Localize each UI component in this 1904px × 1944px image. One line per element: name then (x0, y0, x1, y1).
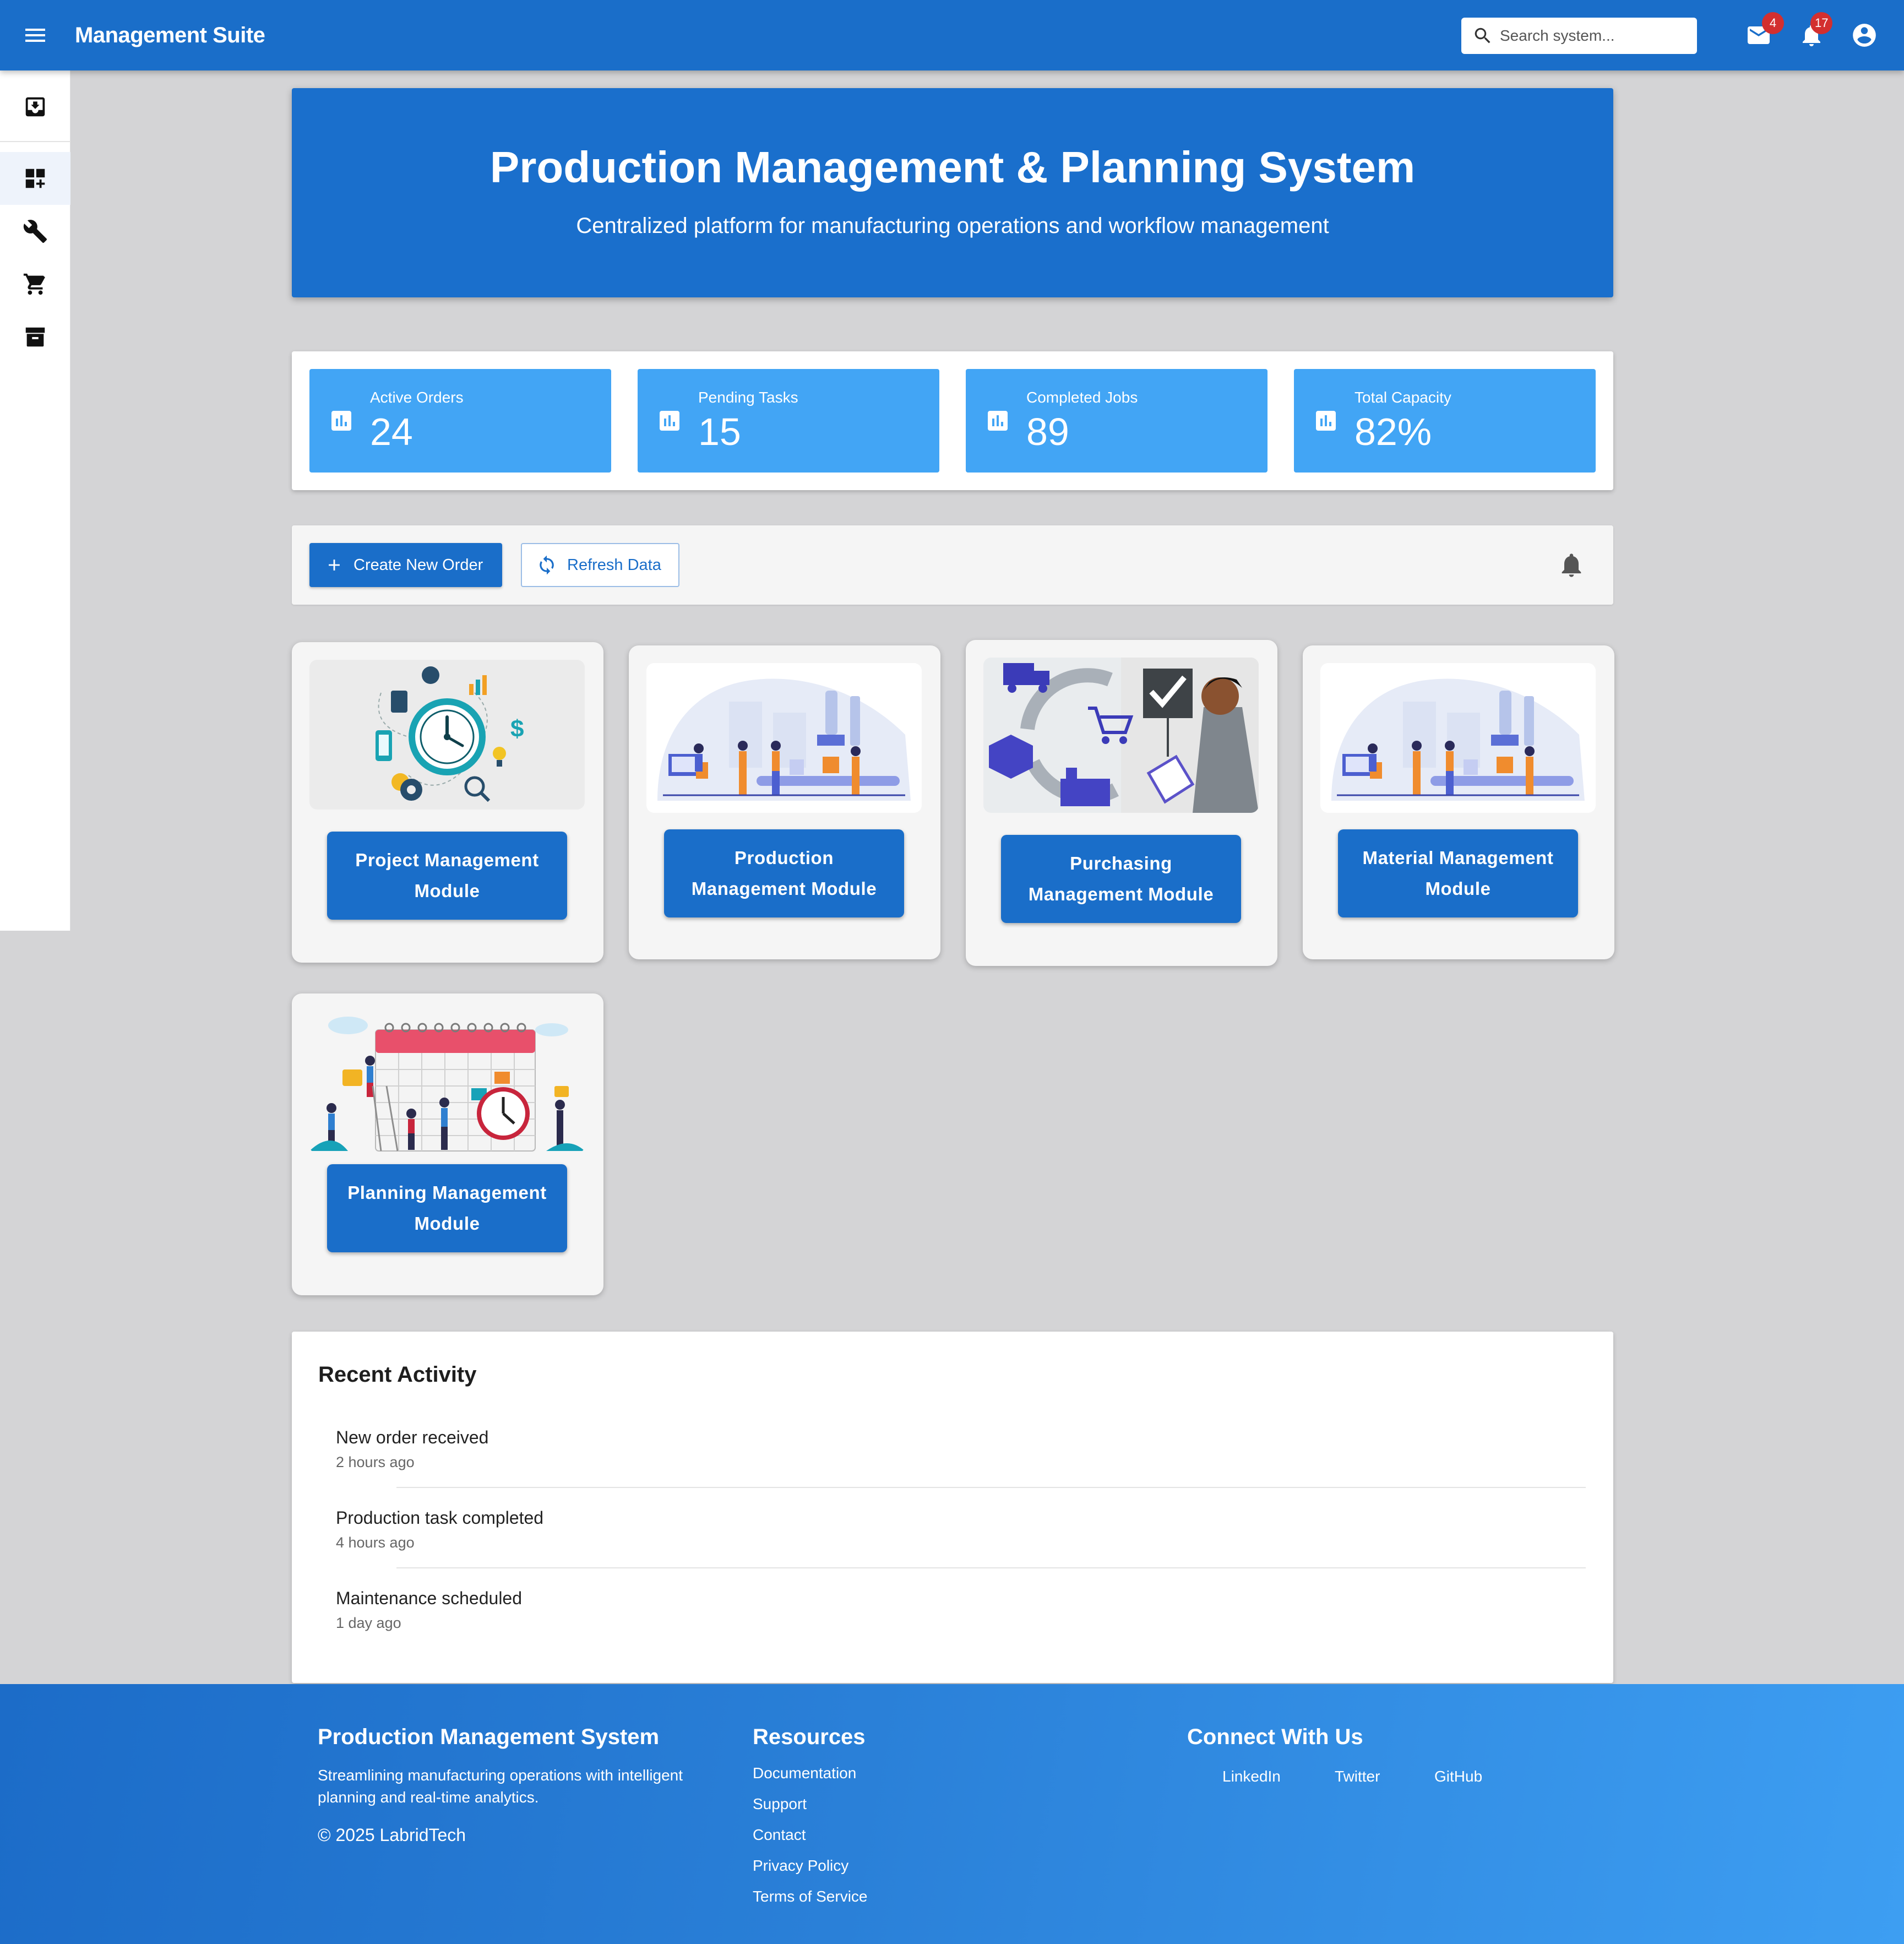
page-title: Production Management & Planning System (489, 143, 1416, 192)
hero-banner: Production Management & Planning System … (292, 88, 1613, 297)
stat-value: 15 (698, 410, 741, 453)
wrench-icon (23, 220, 47, 243)
footer-link-contact[interactable]: Contact (753, 1826, 806, 1844)
recent-activity-panel: Recent Activity New order received 2 hou… (292, 1332, 1613, 1683)
stat-card-completed-jobs: Completed Jobs 89 (966, 369, 1267, 473)
page-subtitle: Centralized platform for manufacturing o… (576, 214, 1329, 238)
sidebar-item-maintenance[interactable] (0, 205, 70, 258)
shopping-cart-icon (23, 273, 45, 295)
app-title: Management Suite (75, 23, 265, 47)
stat-label: Active Orders (370, 389, 464, 406)
stat-card-total-capacity: Total Capacity 82% (1294, 369, 1596, 473)
stat-label: Pending Tasks (698, 389, 798, 406)
mail-badge: 4 (1762, 12, 1784, 34)
bar-chart-icon (988, 411, 1008, 431)
footer-link-privacy-policy[interactable]: Privacy Policy (753, 1857, 848, 1875)
factory-line-illustration (1320, 663, 1596, 813)
planning-management-module-button[interactable]: Planning Management Module (327, 1164, 567, 1252)
search-icon (1475, 28, 1490, 44)
bell-icon (1562, 553, 1581, 577)
stats-panel: Active Orders 24 Pending Tasks 15 Comple… (292, 351, 1613, 490)
sidebar (0, 70, 70, 931)
stat-card-pending-tasks: Pending Tasks 15 (638, 369, 939, 473)
footer-link-github[interactable]: GitHub (1434, 1768, 1482, 1785)
activity-title: Production task completed (336, 1508, 544, 1528)
stat-value: 82% (1354, 410, 1432, 453)
alerts-button[interactable] (1557, 551, 1586, 579)
activity-divider (396, 1487, 1586, 1488)
stat-value: 89 (1026, 410, 1069, 453)
purchasing-cycle-illustration (983, 658, 1259, 813)
footer-resources-title: Resources (753, 1725, 866, 1749)
mail-button[interactable]: 4 (1742, 12, 1784, 52)
stat-label: Completed Jobs (1026, 389, 1138, 406)
sidebar-divider (0, 141, 70, 142)
activity-item[interactable]: New order received 2 hours ago (336, 1410, 1586, 1490)
search-box[interactable] (1461, 18, 1697, 54)
bar-chart-icon (1316, 411, 1336, 431)
activity-title: Maintenance scheduled (336, 1588, 523, 1608)
notifications-button[interactable]: 17 (1795, 12, 1833, 52)
inbox-download-icon (25, 97, 45, 117)
archive-icon (25, 327, 45, 347)
activity-item[interactable]: Maintenance scheduled 1 day ago (336, 1571, 1586, 1651)
search-input[interactable] (1500, 27, 1687, 45)
module-card-purchasing[interactable]: Purchasing Management Module (966, 640, 1277, 966)
activity-time: 4 hours ago (336, 1534, 415, 1551)
footer-link-support[interactable]: Support (753, 1795, 807, 1813)
calendar-team-illustration (309, 1003, 585, 1153)
project-management-module-button[interactable]: Project Management Module (327, 832, 567, 920)
production-management-module-button[interactable]: Production Management Module (664, 829, 904, 917)
activity-divider (396, 1567, 1586, 1568)
footer-connect-title: Connect With Us (1187, 1725, 1363, 1749)
activity-time: 2 hours ago (336, 1454, 415, 1470)
sidebar-item-inbox[interactable] (0, 80, 70, 133)
app-bar: Management Suite 4 17 (0, 0, 1904, 70)
notification-badge: 17 (1810, 12, 1833, 34)
footer-link-documentation[interactable]: Documentation (753, 1764, 856, 1782)
menu-icon[interactable] (22, 22, 48, 48)
footer-link-linkedin[interactable]: LinkedIn (1222, 1768, 1281, 1785)
activity-time: 1 day ago (336, 1615, 401, 1631)
clock-analytics-illustration: $ (309, 660, 585, 810)
footer-link-twitter[interactable]: Twitter (1335, 1768, 1380, 1785)
bar-chart-icon (331, 411, 351, 431)
create-order-button[interactable]: Create New Order (309, 543, 502, 587)
material-management-module-button[interactable]: Material Management Module (1338, 829, 1578, 917)
dashboard-add-icon (25, 169, 45, 188)
module-card-production[interactable]: Production Management Module (629, 645, 940, 959)
footer-brand-description: Streamlining manufacturing operations wi… (318, 1767, 683, 1806)
factory-line-illustration (646, 663, 922, 813)
account-circle-icon (1853, 24, 1876, 47)
bar-chart-icon (660, 411, 679, 431)
module-card-planning[interactable]: Planning Management Module (292, 993, 603, 1295)
module-card-project[interactable]: $ Project Management Module (292, 642, 603, 963)
footer-copyright: © 2025 LabridTech (318, 1825, 466, 1845)
activity-title: New order received (336, 1427, 489, 1447)
sidebar-item-cart[interactable] (0, 258, 70, 311)
module-card-material[interactable]: Material Management Module (1303, 645, 1614, 959)
recent-activity-title: Recent Activity (318, 1362, 477, 1387)
refresh-data-button[interactable]: Refresh Data (521, 543, 679, 587)
refresh-data-label: Refresh Data (567, 556, 661, 574)
svg-text:$: $ (510, 715, 524, 742)
stat-card-active-orders: Active Orders 24 (309, 369, 611, 473)
footer: Production Management System Streamlinin… (0, 1684, 1904, 1944)
footer-link-terms-of-service[interactable]: Terms of Service (753, 1888, 868, 1905)
create-order-label: Create New Order (353, 556, 483, 574)
action-toolbar: Create New Order Refresh Data (292, 525, 1613, 605)
refresh-icon (540, 555, 554, 575)
account-button[interactable] (1848, 19, 1881, 52)
stat-value: 24 (370, 410, 413, 453)
sidebar-item-dashboard[interactable] (0, 152, 70, 205)
purchasing-management-module-button[interactable]: Purchasing Management Module (1001, 835, 1241, 923)
sidebar-item-archive[interactable] (0, 311, 70, 363)
plus-icon (329, 560, 340, 571)
footer-brand-title: Production Management System (318, 1725, 660, 1749)
activity-item[interactable]: Production task completed 4 hours ago (336, 1490, 1586, 1571)
stat-label: Total Capacity (1354, 389, 1451, 406)
